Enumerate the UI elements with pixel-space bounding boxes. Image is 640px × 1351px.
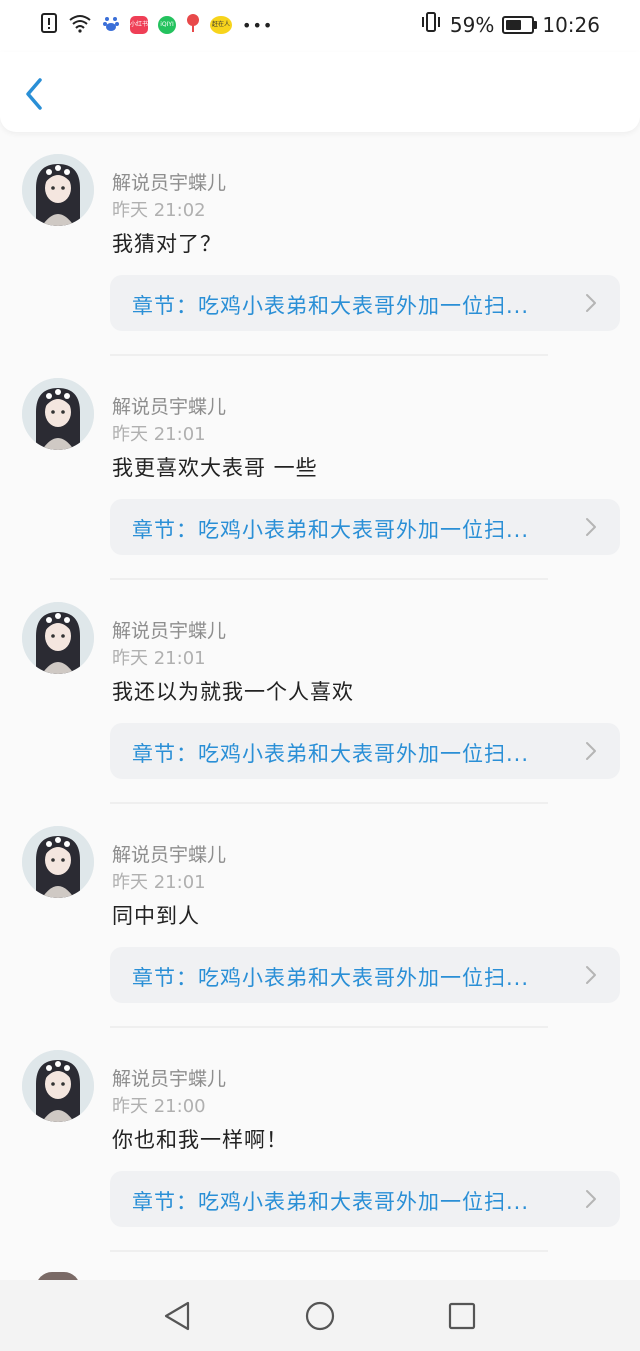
chevron-right-icon: [586, 518, 596, 536]
chapter-link-label: 章节：吃鸡小表弟和大表哥外加一位扫...: [132, 742, 530, 766]
iqiyi-icon: iQIYI: [158, 16, 176, 34]
chapter-link-button[interactable]: 章节：吃鸡小表弟和大表哥外加一位扫...: [110, 1171, 620, 1227]
commenter-name[interactable]: 解说员宇蝶儿: [112, 392, 226, 419]
comment-time: 昨天 21:01: [112, 648, 206, 669]
baidu-icon: [102, 14, 120, 36]
alert-icon: [40, 12, 58, 38]
chapter-link-label: 章节：吃鸡小表弟和大表哥外加一位扫...: [132, 518, 530, 542]
comment-item: 解说员宇蝶儿 昨天 21:01 同中到人 章节：吃鸡小表弟和大表哥外加一位扫..…: [0, 804, 640, 1028]
navigation-bar: [0, 1280, 640, 1351]
comment-text: 我猜对了？: [112, 232, 222, 256]
commenter-name[interactable]: 解说员宇蝶儿: [112, 616, 226, 643]
comment-text: 你也和我一样啊！: [112, 1128, 288, 1152]
xiaohongshu-icon: 小红书: [130, 16, 148, 34]
vibrate-icon: [420, 12, 442, 37]
divider: [110, 1250, 548, 1252]
comment-list: 解说员宇蝶儿 昨天 21:02 我猜对了？ 章节：吃鸡小表弟和大表哥外加一位扫.…: [0, 132, 640, 1280]
status-icons-left: 小红书 iQIYI 赶在人 •••: [40, 12, 273, 38]
chapter-link-button[interactable]: 章节：吃鸡小表弟和大表哥外加一位扫...: [110, 275, 620, 331]
comment-item: 解说员宇蝶儿 昨天 21:00 你也和我一样啊！ 章节：吃鸡小表弟和大表哥外加一…: [0, 1028, 640, 1252]
comment-item: 解说员宇蝶儿 昨天 21:01 我还以为就我一个人喜欢 章节：吃鸡小表弟和大表哥…: [0, 580, 640, 804]
commenter-name[interactable]: 解说员宇蝶儿: [112, 168, 226, 195]
nav-recents-button[interactable]: [444, 1298, 480, 1334]
comment-time: 昨天 21:01: [112, 872, 206, 893]
comment-text: 我还以为就我一个人喜欢: [112, 680, 354, 704]
status-icons-right: 59% 10:26: [420, 12, 600, 37]
wifi-icon: [68, 13, 92, 37]
top-header: [0, 52, 640, 132]
chevron-left-icon: [26, 78, 42, 110]
comment-item: 解说员宇蝶儿 昨天 21:01 我更喜欢大表哥 一些 章节：吃鸡小表弟和大表哥外…: [0, 356, 640, 580]
commenter-name[interactable]: 解说员宇蝶儿: [112, 1064, 226, 1091]
chapter-link-label: 章节：吃鸡小表弟和大表哥外加一位扫...: [132, 294, 530, 318]
recents-square-icon: [448, 1302, 476, 1330]
avatar[interactable]: [22, 602, 94, 674]
location-pin-icon: [186, 13, 200, 37]
battery-percent: 59%: [449, 12, 495, 37]
avatar[interactable]: [22, 378, 94, 450]
nav-back-button[interactable]: [160, 1298, 196, 1334]
chapter-link-button[interactable]: 章节：吃鸡小表弟和大表哥外加一位扫...: [110, 723, 620, 779]
chevron-right-icon: [586, 742, 596, 760]
status-bar: 小红书 iQIYI 赶在人 ••• 59% 10:26: [0, 0, 640, 52]
commenter-name[interactable]: 解说员宇蝶儿: [112, 840, 226, 867]
app-icon: 赶在人: [210, 16, 232, 34]
avatar[interactable]: [22, 1050, 94, 1122]
back-button[interactable]: [20, 76, 52, 112]
comment-item: 解说员宇蝶儿 昨天 21:02 我猜对了？ 章节：吃鸡小表弟和大表哥外加一位扫.…: [0, 132, 640, 356]
chevron-right-icon: [586, 1190, 596, 1208]
home-circle-icon: [305, 1301, 335, 1331]
comment-text: 我更喜欢大表哥 一些: [112, 456, 318, 480]
chapter-link-label: 章节：吃鸡小表弟和大表哥外加一位扫...: [132, 1190, 530, 1214]
chapter-link-button[interactable]: 章节：吃鸡小表弟和大表哥外加一位扫...: [110, 947, 620, 1003]
comment-text: 同中到人: [112, 904, 200, 928]
more-dots-icon: •••: [242, 15, 274, 35]
avatar[interactable]: [22, 826, 94, 898]
chapter-link-label: 章节：吃鸡小表弟和大表哥外加一位扫...: [132, 966, 530, 990]
comment-time: 昨天 21:01: [112, 424, 206, 445]
comment-time: 昨天 21:00: [112, 1096, 206, 1117]
avatar[interactable]: [22, 154, 94, 226]
back-triangle-icon: [164, 1301, 190, 1331]
comment-time: 昨天 21:02: [112, 200, 206, 221]
clock-time: 10:26: [542, 12, 600, 37]
chevron-right-icon: [586, 966, 596, 984]
battery-icon: [502, 15, 538, 34]
chapter-link-button[interactable]: 章节：吃鸡小表弟和大表哥外加一位扫...: [110, 499, 620, 555]
nav-home-button[interactable]: [302, 1298, 338, 1334]
chevron-right-icon: [586, 294, 596, 312]
